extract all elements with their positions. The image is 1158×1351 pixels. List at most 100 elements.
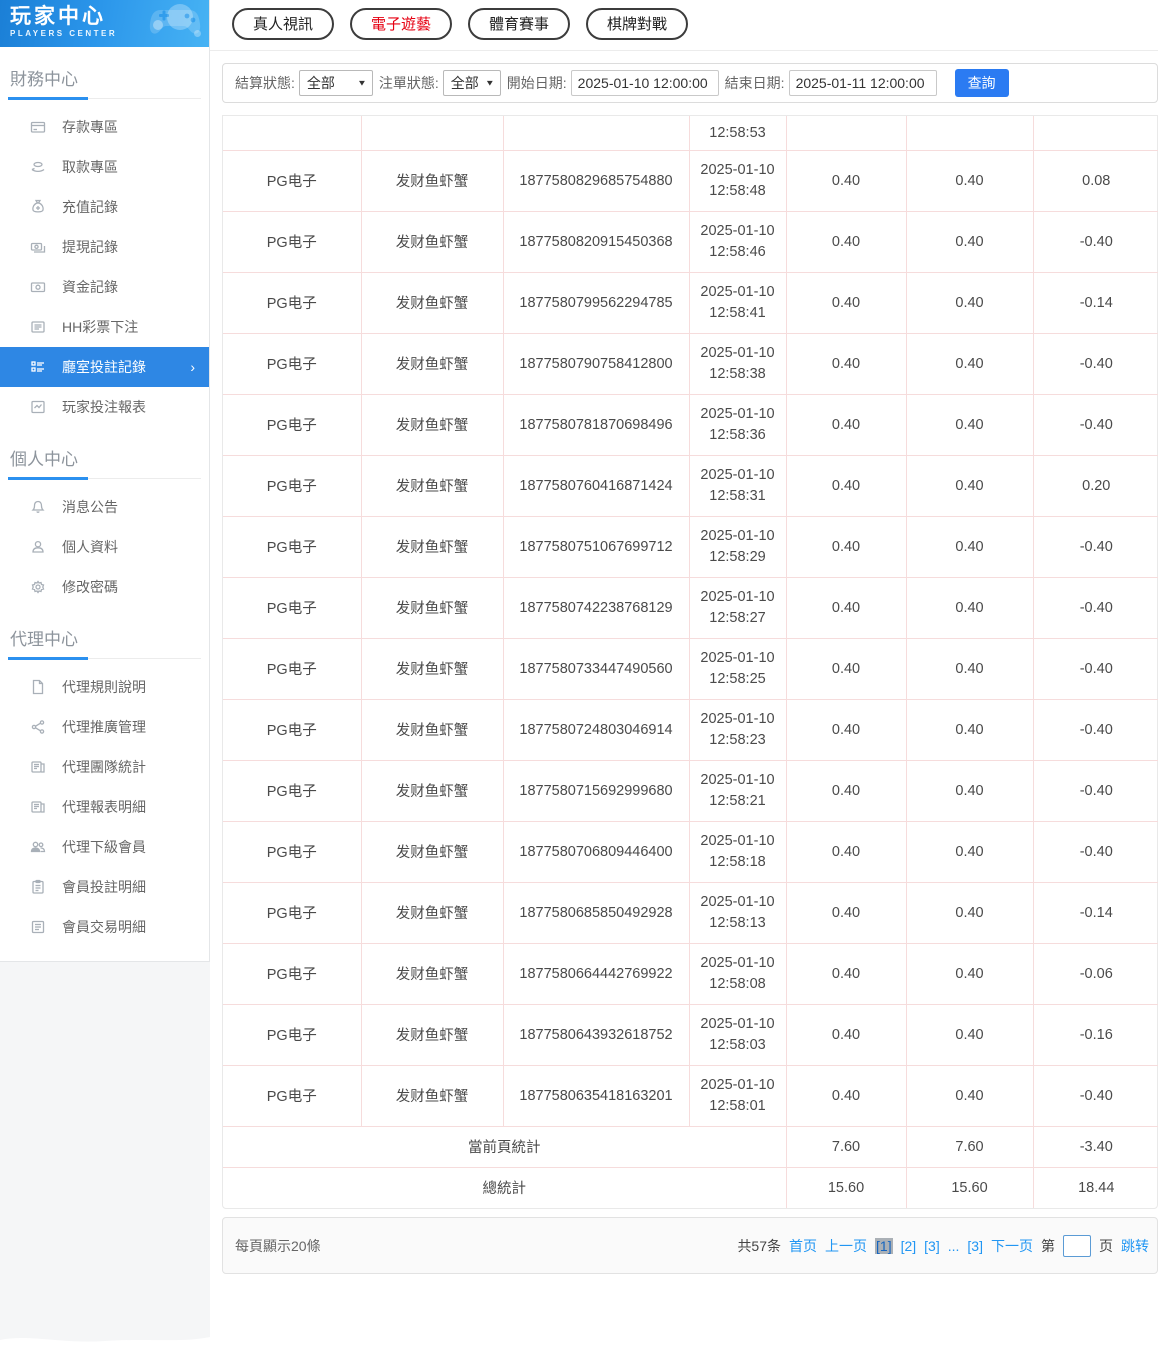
page-link[interactable]: [3] <box>924 1238 940 1254</box>
table-row: PG电子 发财鱼虾蟹 1877580781870698496 2025-01-10 12… <box>223 393 1158 456</box>
bet-record-icon <box>30 359 46 375</box>
tab-真人視訊[interactable]: 真人視訊 <box>232 8 335 40</box>
cell-bet <box>785 116 907 151</box>
cell-bet: 0.40 <box>785 637 907 700</box>
bell-icon <box>30 499 46 515</box>
cell-profit: 0.20 <box>1032 454 1158 517</box>
search-button[interactable]: 查詢 <box>954 69 1009 97</box>
cell-platform: PG电子 <box>223 942 362 1005</box>
summary-bet: 7.60 <box>785 1125 907 1168</box>
cell-bet: 0.40 <box>785 881 907 944</box>
jump-button[interactable]: 跳转 <box>1121 1236 1149 1256</box>
order-status-select[interactable]: 全部 ▼ <box>442 70 501 96</box>
tab-電子遊藝[interactable]: 電子遊藝 <box>350 8 453 40</box>
table-row: PG电子 发财鱼虾蟹 1877580790758412800 2025-01-10 12… <box>223 332 1158 395</box>
sidebar-item-label: 代理推廣管理 <box>62 719 146 735</box>
end-date-input[interactable] <box>788 70 937 96</box>
tab-棋牌對戰[interactable]: 棋牌對戰 <box>586 8 689 40</box>
tab-體育賽事[interactable]: 體育賽事 <box>468 8 571 40</box>
sidebar-item-bet-record[interactable]: 廳室投註記錄 › <box>0 347 209 387</box>
cell-game: 发财鱼虾蟹 <box>360 881 504 944</box>
sidebar-item-deposit[interactable]: 存款專區 <box>0 107 209 147</box>
summary-row: 當前頁統計 7.60 7.60 -3.40 <box>223 1125 1158 1168</box>
sidebar-item-team-stats[interactable]: 代理團隊統計 <box>0 747 209 787</box>
cell-time: 12:58:53 <box>688 116 787 151</box>
settle-status-value: 全部 <box>306 75 335 91</box>
sidebar-item-user[interactable]: 個人資料 <box>0 527 209 567</box>
sidebar-item-bell[interactable]: 消息公告 <box>0 487 209 527</box>
sidebar-item-label: 修改密碼 <box>62 579 118 595</box>
funds-icon <box>30 279 46 295</box>
cell-order: 1877580706809446400 <box>502 820 690 883</box>
sidebar-panel: 玩家中心 PLAYERS CENTER 財務中心 存款專區 取款專區 充值記錄 提現記錄… <box>0 0 210 962</box>
settle-status-select[interactable]: 全部 ▼ <box>298 70 373 96</box>
sidebar-item-label: 充值記錄 <box>62 199 118 215</box>
sidebar-item-share[interactable]: 代理推廣管理 <box>0 707 209 747</box>
cell-platform: PG电子 <box>223 820 362 883</box>
sidebar-item-label: 代理規則說明 <box>62 679 146 695</box>
cell-game: 发财鱼虾蟹 <box>360 1064 504 1127</box>
jump-prefix-label: 第 <box>1041 1237 1055 1254</box>
sidebar-item-player-report[interactable]: 玩家投注報表 <box>0 387 209 427</box>
cell-time: 2025-01-10 12:58:08 <box>688 942 787 1005</box>
cell-platform: PG电子 <box>223 210 362 273</box>
summary-profit: 18.44 <box>1032 1166 1158 1208</box>
summary-label: 總統計 <box>223 1166 787 1208</box>
cell-bet: 0.40 <box>785 149 907 212</box>
cell-bet: 0.40 <box>785 942 907 1005</box>
cell-bet: 0.40 <box>785 759 907 822</box>
cell-valid-bet: 0.40 <box>905 759 1034 822</box>
cell-profit: -0.40 <box>1032 210 1158 273</box>
sidebar-item-label: 代理報表明細 <box>62 799 146 815</box>
chevron-down-icon: ▼ <box>356 78 367 88</box>
sidebar-item-report-detail[interactable]: 代理報表明細 <box>0 787 209 827</box>
cell-order: 1877580742238768129 <box>502 576 690 639</box>
users-icon <box>30 839 46 855</box>
order-status-value: 全部 <box>450 75 479 91</box>
bet-records-table-wrap: 12:58:53 PG电子 发财鱼虾蟹 1877580829685754880 2025… <box>222 115 1158 1209</box>
first-page-link[interactable]: 首页 <box>789 1236 817 1256</box>
cell-bet: 0.40 <box>785 454 907 517</box>
cell-platform: PG电子 <box>223 576 362 639</box>
deposit-icon <box>30 119 46 135</box>
cell-platform: PG电子 <box>223 454 362 517</box>
cell-valid-bet: 0.40 <box>905 454 1034 517</box>
sidebar-item-recharge[interactable]: 充值記錄 <box>0 187 209 227</box>
table-row: PG电子 发财鱼虾蟹 1877580706809446400 2025-01-10 12… <box>223 820 1158 883</box>
cell-platform: PG电子 <box>223 698 362 761</box>
cell-bet: 0.40 <box>785 210 907 273</box>
sidebar-item-cashout[interactable]: 提現記錄 <box>0 227 209 267</box>
cell-order <box>502 116 690 151</box>
page-link[interactable]: [1] <box>875 1237 893 1254</box>
cell-profit: -0.40 <box>1032 332 1158 395</box>
page-ellipsis[interactable]: ... <box>948 1238 960 1254</box>
table-row: PG电子 发财鱼虾蟹 1877580799562294785 2025-01-10 12… <box>223 271 1158 334</box>
sidebar-item-withdraw[interactable]: 取款專區 <box>0 147 209 187</box>
cell-game: 发财鱼虾蟹 <box>360 942 504 1005</box>
sidebar-item-member-trans[interactable]: 會員交易明細 <box>0 907 209 947</box>
category-tabs: 真人視訊 電子遊藝 體育賽事 棋牌對戰 <box>210 0 1158 51</box>
table-row: PG电子 发财鱼虾蟹 1877580820915450368 2025-01-10 12… <box>223 210 1158 273</box>
sidebar-item-gear[interactable]: 修改密碼 <box>0 567 209 607</box>
sidebar-item-funds[interactable]: 資金記錄 <box>0 267 209 307</box>
table-row-partial: 12:58:53 <box>223 116 1158 151</box>
cell-platform: PG电子 <box>223 332 362 395</box>
cell-order: 1877580820915450368 <box>502 210 690 273</box>
start-date-input[interactable] <box>570 70 719 96</box>
sidebar-item-users[interactable]: 代理下級會員 <box>0 827 209 867</box>
prev-page-link[interactable]: 上一页 <box>825 1236 867 1256</box>
cell-order: 1877580715692999680 <box>502 759 690 822</box>
sidebar-item-document[interactable]: 代理規則說明 <box>0 667 209 707</box>
cell-profit: -0.40 <box>1032 637 1158 700</box>
cell-time: 2025-01-10 12:58:36 <box>688 393 787 456</box>
next-page-link[interactable]: 下一页 <box>991 1236 1033 1256</box>
sidebar-item-lottery[interactable]: HH彩票下注 <box>0 307 209 347</box>
cell-bet: 0.40 <box>785 698 907 761</box>
sidebar-item-member-bets[interactable]: 會員投註明細 <box>0 867 209 907</box>
page-link[interactable]: [2] <box>901 1238 917 1254</box>
page-link[interactable]: [3] <box>967 1238 983 1254</box>
sidebar-section-list: 消息公告 個人資料修改密碼 <box>0 481 209 607</box>
page-jump-input[interactable] <box>1063 1234 1091 1257</box>
table-row: PG电子 发财鱼虾蟹 1877580733447490560 2025-01-10 12… <box>223 637 1158 700</box>
summary-bet: 15.60 <box>785 1166 907 1208</box>
